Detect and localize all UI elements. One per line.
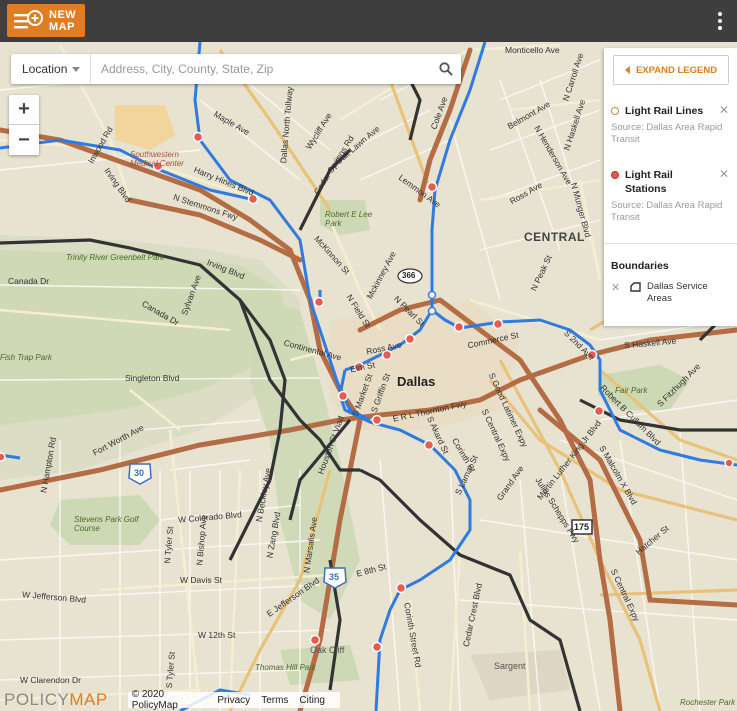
- location-select[interactable]: Location: [11, 54, 91, 84]
- new-map-button[interactable]: NEW MAP: [7, 4, 85, 37]
- legend-title: Light Rail Lines: [625, 105, 704, 117]
- legend-divider: [604, 243, 737, 244]
- expand-legend-button[interactable]: EXPAND LEGEND: [613, 55, 729, 85]
- close-icon[interactable]: ✕: [719, 167, 729, 181]
- close-icon[interactable]: ✕: [611, 281, 620, 294]
- zoom-controls: + −: [9, 95, 39, 155]
- legend-title: Light Rail Stations: [625, 169, 673, 195]
- search-input[interactable]: [91, 55, 431, 83]
- legend-item-light-rail-lines: Light Rail Lines ✕ Source: Dallas Area R…: [611, 103, 729, 146]
- policymap-logo[interactable]: POLICYMAP: [4, 690, 108, 710]
- search-icon[interactable]: [431, 54, 461, 84]
- terms-link[interactable]: Terms: [261, 695, 288, 706]
- location-select-label: Location: [22, 62, 68, 76]
- top-bar: NEW MAP: [0, 0, 737, 42]
- zoom-in-button[interactable]: +: [9, 95, 39, 125]
- legend-source: Source: Dallas Area Rapid Transit: [611, 200, 723, 223]
- triangle-left-icon: [624, 66, 630, 74]
- new-map-icon: [14, 9, 43, 28]
- kebab-menu-icon[interactable]: [717, 12, 723, 32]
- boundaries-title: Boundaries: [611, 260, 669, 272]
- citing-link[interactable]: Citing: [299, 695, 325, 706]
- privacy-link[interactable]: Privacy: [217, 695, 250, 706]
- boundary-icon: [630, 282, 641, 292]
- legend-swatch: [611, 107, 619, 115]
- chevron-down-icon: [72, 66, 80, 72]
- new-map-label: NEW MAP: [49, 8, 77, 33]
- attribution-bar: POLICYMAP © 2020 PolicyMap Privacy Terms…: [0, 689, 340, 711]
- boundary-label: Dallas Service Areas: [647, 281, 708, 304]
- expand-legend-label: EXPAND LEGEND: [635, 64, 718, 76]
- search-bar: Location: [11, 54, 461, 84]
- copyright-text: © 2020 PolicyMap: [131, 689, 178, 711]
- legend-panel: EXPAND LEGEND Light Rail Lines ✕ Source:…: [604, 48, 737, 326]
- close-icon[interactable]: ✕: [719, 103, 729, 117]
- legend-item-light-rail-stations: Light Rail Stations ✕ Source: Dallas Are…: [611, 167, 729, 224]
- zoom-out-button[interactable]: −: [9, 125, 39, 155]
- attribution-links: © 2020 PolicyMap Privacy Terms Citing: [127, 689, 340, 711]
- legend-source: Source: Dallas Area Rapid Transit: [611, 122, 723, 145]
- legend-swatch: [611, 171, 619, 179]
